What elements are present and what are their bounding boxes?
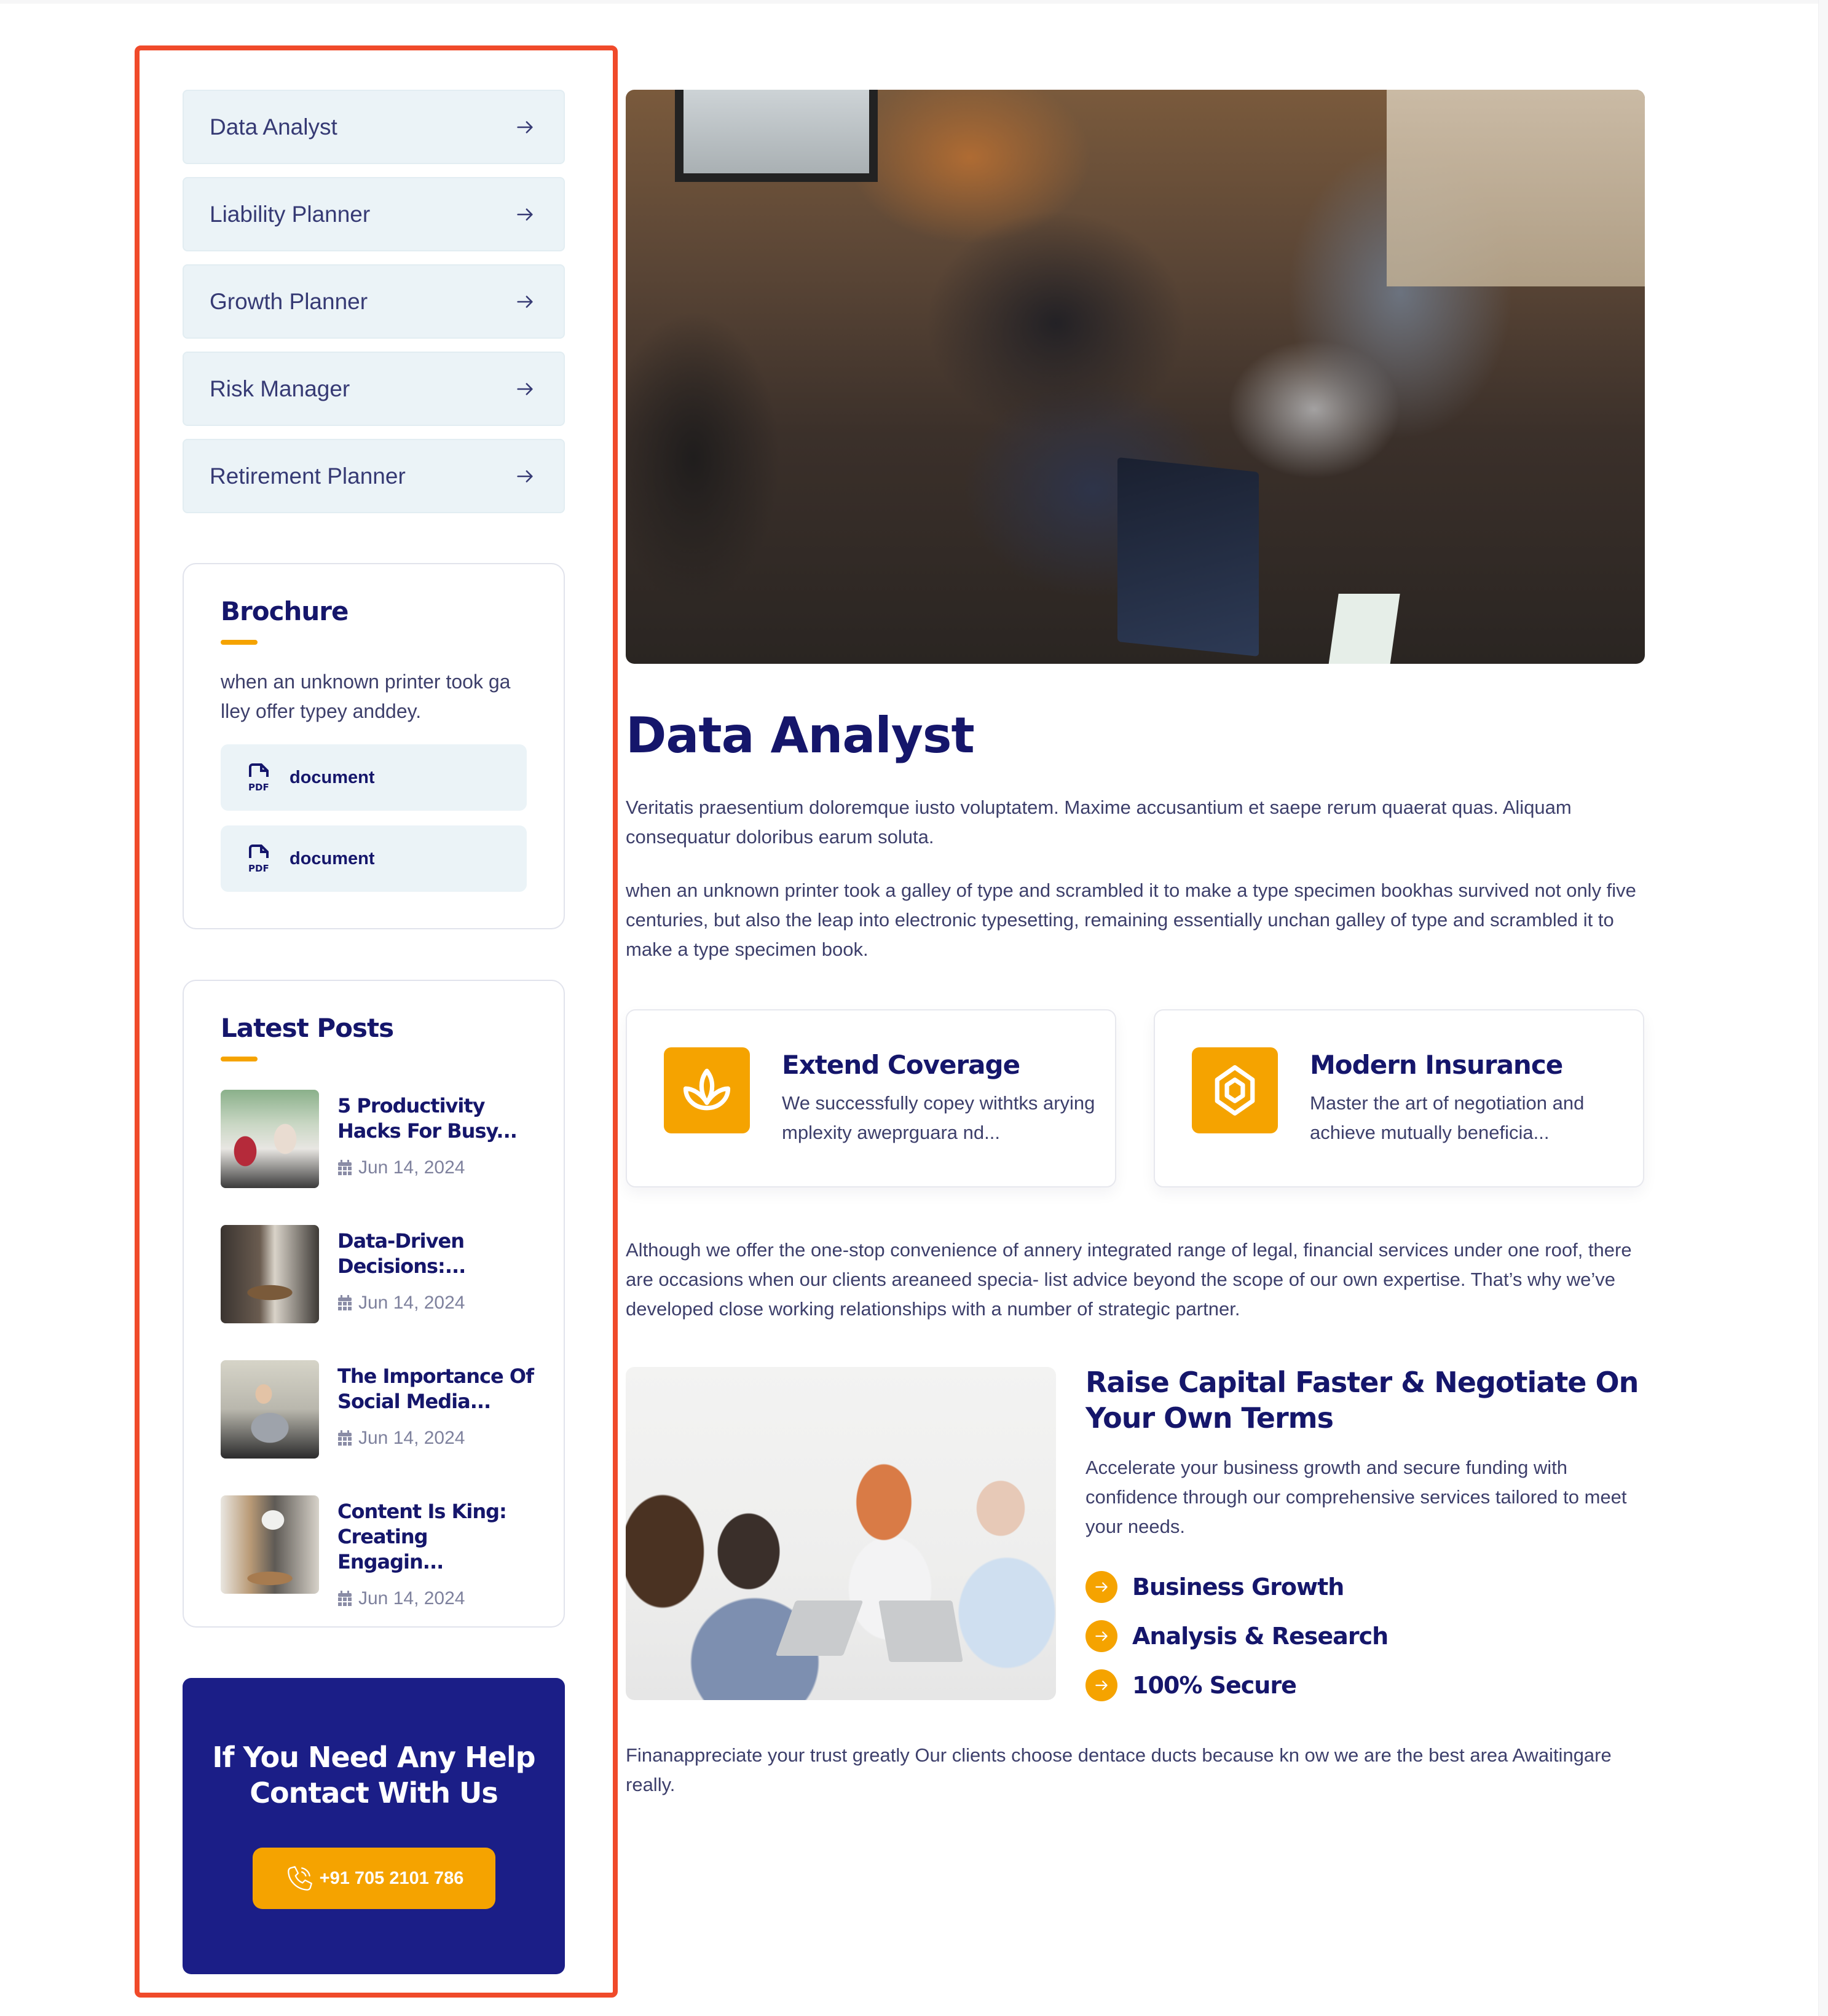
hero-image-team-working-on-laptops bbox=[626, 90, 1645, 664]
document-download-button[interactable]: PDF document bbox=[221, 744, 527, 811]
image-laptop bbox=[775, 1601, 864, 1656]
benefit-item: 100% Secure bbox=[1085, 1669, 1388, 1701]
lotus-icon bbox=[683, 1068, 731, 1111]
nav-item-label: Retirement Planner bbox=[210, 463, 406, 489]
post-item[interactable]: The Importance Of Social Media... Jun 14… bbox=[221, 1360, 534, 1459]
nav-item-label: Growth Planner bbox=[210, 288, 368, 314]
description-paragraph: when an unknown printer took a galley of… bbox=[626, 880, 1636, 960]
feature-card-modern-insurance[interactable]: Modern Insurance Master the art of negot… bbox=[1154, 1009, 1644, 1187]
nav-item-risk-manager[interactable]: Risk Manager bbox=[183, 352, 565, 426]
svg-text:PDF: PDF bbox=[248, 782, 269, 792]
feature-text: Master the art of negotiation and achiev… bbox=[1310, 1092, 1585, 1143]
hero-wall bbox=[1387, 90, 1645, 286]
post-title: The Importance Of Social Media... bbox=[337, 1364, 534, 1413]
pdf-icon: PDF bbox=[248, 763, 269, 792]
document-label: document bbox=[290, 767, 375, 787]
post-list: 5 Productivity Hacks For Busy... Jun 14,… bbox=[221, 1090, 534, 1609]
nav-item-data-analyst[interactable]: Data Analyst bbox=[183, 90, 565, 164]
arrow-circle-icon bbox=[1085, 1571, 1117, 1603]
brochure-card: Brochure when an unknown printer took ga… bbox=[183, 563, 565, 929]
post-item[interactable]: 5 Productivity Hacks For Busy... Jun 14,… bbox=[221, 1090, 527, 1188]
post-date: Jun 14, 2024 bbox=[337, 1157, 534, 1178]
phone-call-button[interactable]: +91 705 2101 786 bbox=[252, 1848, 495, 1909]
brochure-text: when an unknown printer took ga lley off… bbox=[221, 671, 511, 722]
top-edge bbox=[0, 0, 1828, 4]
arrow-right-icon bbox=[517, 295, 533, 308]
arrow-right-icon bbox=[517, 470, 533, 482]
services-paragraph: Although we offer the one-stop convenien… bbox=[626, 1239, 1632, 1320]
benefit-label: Business Growth bbox=[1132, 1573, 1344, 1601]
arrow-right-icon bbox=[517, 208, 533, 221]
benefit-list: Business Growth Analysis & Research 100%… bbox=[1085, 1571, 1389, 1719]
post-thumbnail bbox=[221, 1090, 319, 1188]
calendar-icon bbox=[338, 1591, 352, 1606]
calendar-icon bbox=[338, 1160, 352, 1175]
hero-laptop-screen bbox=[1314, 594, 1400, 664]
benefit-item: Analysis & Research bbox=[1085, 1620, 1389, 1652]
feature-text: We successfully copey withtks arying mpl… bbox=[782, 1092, 1095, 1143]
post-item[interactable]: Content Is King: Creating Engagin... Jun… bbox=[221, 1495, 527, 1609]
post-thumbnail bbox=[221, 1495, 319, 1594]
hexagon-icon bbox=[1215, 1065, 1255, 1116]
brochure-title: Brochure bbox=[221, 596, 349, 626]
feature-icon-box bbox=[1192, 1047, 1278, 1133]
post-date: Jun 14, 2024 bbox=[337, 1428, 534, 1449]
contact-box: If You Need Any Help Contact With Us +91… bbox=[183, 1678, 565, 1974]
title-underline bbox=[221, 640, 258, 645]
post-thumbnail bbox=[221, 1225, 319, 1323]
arrow-circle-icon bbox=[1085, 1669, 1117, 1701]
arrow-circle-icon bbox=[1085, 1620, 1117, 1652]
post-date-text: Jun 14, 2024 bbox=[358, 1293, 465, 1313]
nav-item-retirement-planner[interactable]: Retirement Planner bbox=[183, 439, 565, 513]
post-item[interactable]: Data-Driven Decisions:... Jun 14, 2024 bbox=[221, 1225, 527, 1323]
intro-paragraph: Veritatis praesentium doloremque iusto v… bbox=[626, 797, 1572, 848]
closing-paragraph: Finanappreciate your trust greatly Our c… bbox=[626, 1744, 1612, 1795]
hero-laptop-screen bbox=[1117, 457, 1259, 657]
hero-window bbox=[675, 90, 878, 182]
post-title: Content Is King: Creating Engagin... bbox=[337, 1500, 507, 1573]
nav-item-label: Data Analyst bbox=[210, 114, 337, 140]
calendar-icon bbox=[338, 1430, 352, 1446]
feature-icon-box bbox=[664, 1047, 750, 1133]
title-underline bbox=[221, 1057, 258, 1061]
raise-capital-title: Raise Capital Faster & Negotiate On Your… bbox=[1085, 1366, 1639, 1435]
phone-icon bbox=[287, 1866, 312, 1891]
team-meeting-image bbox=[626, 1367, 1056, 1700]
post-date: Jun 14, 2024 bbox=[337, 1293, 534, 1313]
page-title: Data Analyst bbox=[626, 707, 975, 764]
contact-title: If You Need Any Help Contact With Us bbox=[212, 1741, 535, 1809]
feature-title: Extend Coverage bbox=[782, 1050, 1020, 1080]
post-title: Data-Driven Decisions:... bbox=[337, 1229, 466, 1278]
post-date-text: Jun 14, 2024 bbox=[358, 1157, 465, 1178]
latest-posts-card: Latest Posts 5 Productivity Hacks For Bu… bbox=[183, 980, 565, 1628]
nav-item-label: Liability Planner bbox=[210, 201, 371, 227]
svg-text:PDF: PDF bbox=[248, 863, 269, 873]
benefit-item: Business Growth bbox=[1085, 1571, 1388, 1603]
document-download-button[interactable]: PDF document bbox=[221, 825, 527, 892]
arrow-right-icon bbox=[517, 382, 533, 395]
service-nav: Data Analyst Liability Planner Growth Pl… bbox=[183, 90, 565, 526]
image-laptop bbox=[878, 1601, 963, 1662]
benefit-label: 100% Secure bbox=[1132, 1672, 1297, 1699]
feature-card-extend-coverage[interactable]: Extend Coverage We successfully copey wi… bbox=[626, 1009, 1116, 1187]
post-thumbnail bbox=[221, 1360, 319, 1459]
post-title: 5 Productivity Hacks For Busy... bbox=[337, 1094, 518, 1143]
benefit-label: Analysis & Research bbox=[1132, 1623, 1389, 1650]
post-date-text: Jun 14, 2024 bbox=[358, 1428, 465, 1448]
nav-item-growth-planner[interactable]: Growth Planner bbox=[183, 264, 565, 339]
phone-number: +91 705 2101 786 bbox=[319, 1868, 464, 1888]
document-label: document bbox=[290, 848, 375, 868]
nav-item-label: Risk Manager bbox=[210, 376, 350, 401]
feature-title: Modern Insurance bbox=[1310, 1050, 1563, 1080]
raise-capital-text: Accelerate your business growth and secu… bbox=[1085, 1457, 1627, 1537]
arrow-right-icon bbox=[517, 120, 533, 133]
post-date: Jun 14, 2024 bbox=[337, 1588, 534, 1609]
page-scrollbar[interactable] bbox=[1818, 0, 1828, 2016]
latest-posts-title: Latest Posts bbox=[221, 1013, 394, 1043]
pdf-icon: PDF bbox=[248, 845, 269, 873]
post-date-text: Jun 14, 2024 bbox=[358, 1588, 465, 1608]
calendar-icon bbox=[338, 1295, 352, 1310]
nav-item-liability-planner[interactable]: Liability Planner bbox=[183, 177, 565, 251]
